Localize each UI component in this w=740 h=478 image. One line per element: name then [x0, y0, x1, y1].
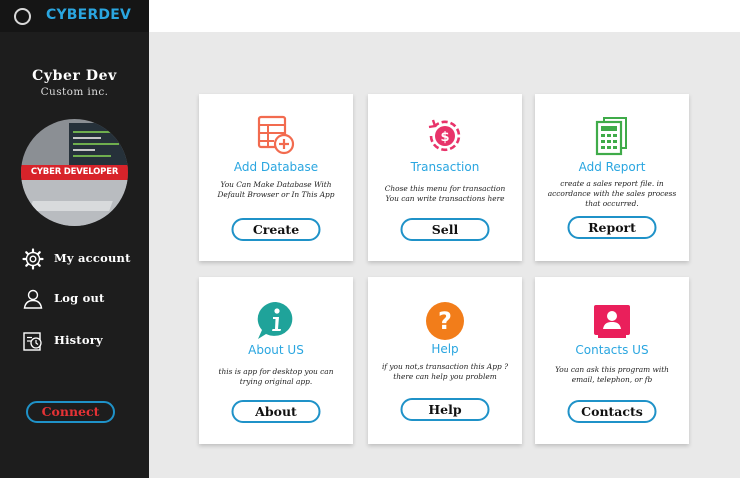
- avatar: CYBER DEVELOPER: [21, 119, 128, 226]
- card-title: About US: [248, 343, 304, 357]
- card-title: Help: [431, 342, 459, 356]
- user-icon: [23, 289, 43, 309]
- sidebar-item-label: History: [54, 333, 103, 347]
- svg-text:?: ?: [438, 307, 452, 335]
- card-description: create a sales report file. in accordanc…: [547, 179, 677, 208]
- sidebar-item-label: Log out: [54, 291, 105, 305]
- contact-card-icon: [594, 305, 630, 338]
- sidebar: CYBERDEV Cyber Dev Custom inc. CYBER DEV…: [0, 0, 149, 478]
- history-icon: [23, 332, 42, 351]
- card-transaction: $ Transaction Chose this menu for transa…: [368, 94, 522, 261]
- card-description: Chose this menu for transaction You can …: [384, 184, 506, 203]
- sidebar-item-label: My account: [54, 251, 131, 265]
- user-company: Custom inc.: [40, 86, 109, 98]
- brand-bar: CYBERDEV: [0, 0, 149, 32]
- card-description: You Can Make Database With Default Brows…: [217, 180, 335, 199]
- sell-button[interactable]: Sell: [400, 218, 490, 241]
- help-button[interactable]: Help: [400, 398, 490, 421]
- avatar-banner: CYBER DEVELOPER: [21, 165, 128, 180]
- card-description: You can ask this program with email, tel…: [555, 365, 669, 384]
- brand-logo-icon: [14, 8, 31, 25]
- user-name: Cyber Dev: [32, 68, 117, 84]
- database-add-icon: [257, 115, 295, 155]
- info-bubble-icon: [257, 301, 293, 339]
- card-add-report: Add Report create a sales report file. i…: [535, 94, 689, 261]
- card-contacts-us: Contacts US You can ask this program wit…: [535, 277, 689, 444]
- card-description: if you not,s transaction this App ? ther…: [381, 362, 509, 381]
- sidebar-item-history[interactable]: History: [22, 330, 142, 352]
- card-title: Add Database: [233, 160, 319, 174]
- sidebar-item-log-out[interactable]: Log out: [22, 288, 142, 310]
- connect-button[interactable]: Connect: [26, 401, 115, 423]
- top-bar: [149, 0, 740, 32]
- card-title: Add Report: [578, 160, 646, 174]
- card-description: this is app for desktop you can trying o…: [218, 367, 334, 386]
- brand-title: CYBERDEV: [46, 7, 132, 23]
- svg-text:$: $: [440, 130, 449, 145]
- question-icon: ?: [426, 302, 464, 340]
- card-title: Transaction: [410, 160, 480, 174]
- card-about-us: About US this is app for desktop you can…: [199, 277, 353, 444]
- about-button[interactable]: About: [231, 400, 321, 423]
- card-add-database: Add Database You Can Make Database With …: [199, 94, 353, 261]
- sidebar-item-my-account[interactable]: My account: [22, 248, 142, 270]
- card-title: Contacts US: [575, 343, 649, 357]
- report-sheet-icon: [595, 117, 627, 156]
- contacts-button[interactable]: Contacts: [567, 400, 657, 423]
- card-help: ? Help if you not,s transaction this App…: [368, 277, 522, 444]
- dollar-refresh-icon: $: [428, 119, 461, 152]
- create-button[interactable]: Create: [231, 218, 321, 241]
- gear-icon: [22, 248, 44, 270]
- report-button[interactable]: Report: [567, 216, 657, 239]
